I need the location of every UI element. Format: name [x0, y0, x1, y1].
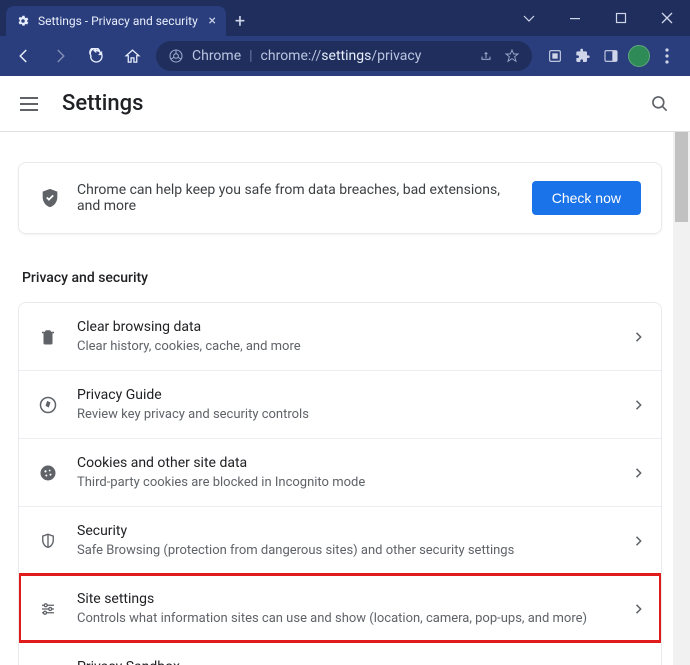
row-title: Site settings — [77, 591, 617, 607]
chevron-right-icon — [635, 604, 643, 614]
row-title: Security — [77, 523, 617, 539]
omnibox-label: Chrome — [192, 48, 241, 64]
search-icon[interactable] — [650, 94, 670, 114]
tab-title: Settings - Privacy and security — [38, 14, 198, 28]
chevron-down-icon[interactable] — [506, 0, 552, 36]
share-icon[interactable] — [478, 48, 494, 64]
trash-icon — [37, 328, 59, 346]
settings-row-site-settings[interactable]: Site settings Controls what information s… — [19, 574, 661, 642]
kebab-menu-icon[interactable] — [656, 45, 678, 67]
window-titlebar: Settings - Privacy and security × + — [0, 0, 690, 36]
reload-button[interactable] — [80, 40, 112, 72]
compass-icon — [37, 395, 59, 415]
check-now-button[interactable]: Check now — [532, 181, 641, 215]
profile-avatar[interactable] — [628, 45, 650, 67]
bookmark-icon[interactable] — [504, 48, 520, 64]
sidepanel-icon[interactable] — [600, 45, 622, 67]
row-desc: Controls what information sites can use … — [77, 611, 617, 626]
settings-row-security[interactable]: Security Safe Browsing (protection from d… — [19, 506, 661, 574]
extension-icons — [540, 45, 682, 67]
row-desc: Third-party cookies are blocked in Incog… — [77, 475, 617, 490]
row-title: Privacy Guide — [77, 387, 617, 403]
minimize-button[interactable] — [552, 0, 598, 36]
row-desc: Review key privacy and security controls — [77, 407, 617, 422]
page-title: Settings — [62, 91, 143, 116]
new-tab-button[interactable]: + — [226, 6, 254, 36]
shield-check-icon — [39, 187, 61, 209]
section-title: Privacy and security — [22, 270, 662, 286]
content-area: Chrome can help keep you safe from data … — [0, 132, 690, 665]
row-title: Privacy Sandbox — [77, 659, 609, 665]
chevron-right-icon — [635, 468, 643, 478]
close-tab-icon[interactable]: × — [209, 13, 216, 29]
extension-icon-1[interactable] — [544, 45, 566, 67]
chevron-right-icon — [635, 400, 643, 410]
gear-icon — [16, 14, 30, 28]
maximize-button[interactable] — [598, 0, 644, 36]
settings-row-cookies-and-other-site-data[interactable]: Cookies and other site data Third-party c… — [19, 438, 661, 506]
close-window-button[interactable] — [644, 0, 690, 36]
settings-row-privacy-guide[interactable]: Privacy Guide Review key privacy and secu… — [19, 370, 661, 438]
sliders-icon — [37, 600, 59, 618]
extensions-puzzle-icon[interactable] — [572, 45, 594, 67]
cookie-icon — [37, 463, 59, 483]
home-button[interactable] — [116, 40, 148, 72]
row-desc: Safe Browsing (protection from dangerous… — [77, 543, 617, 558]
scrollbar[interactable] — [673, 132, 690, 665]
row-desc: Clear history, cookies, cache, and more — [77, 339, 617, 354]
window-controls — [506, 0, 690, 36]
address-bar[interactable]: Chrome | chrome://settings/privacy — [156, 41, 532, 71]
settings-row-clear-browsing-data[interactable]: Clear browsing data Clear history, cookie… — [19, 303, 661, 370]
browser-toolbar: Chrome | chrome://settings/privacy — [0, 36, 690, 76]
back-button[interactable] — [8, 40, 40, 72]
privacy-card: Clear browsing data Clear history, cookie… — [18, 302, 662, 665]
row-title: Cookies and other site data — [77, 455, 617, 471]
browser-tab[interactable]: Settings - Privacy and security × — [6, 6, 226, 36]
safety-text: Chrome can help keep you safe from data … — [77, 182, 516, 214]
settings-row-privacy-sandbox[interactable]: Privacy SandboxTrial features are off — [19, 642, 661, 665]
chevron-right-icon — [635, 536, 643, 546]
settings-header: Settings — [0, 76, 690, 132]
chrome-icon — [168, 48, 184, 64]
scrollbar-thumb[interactable] — [675, 132, 688, 222]
hamburger-menu-icon[interactable] — [20, 92, 44, 116]
forward-button[interactable] — [44, 40, 76, 72]
row-title: Clear browsing data — [77, 319, 617, 335]
safety-check-card: Chrome can help keep you safe from data … — [18, 162, 662, 234]
shield-icon — [37, 531, 59, 551]
chevron-right-icon — [635, 332, 643, 342]
omnibox-url: chrome://settings/privacy — [261, 48, 422, 64]
